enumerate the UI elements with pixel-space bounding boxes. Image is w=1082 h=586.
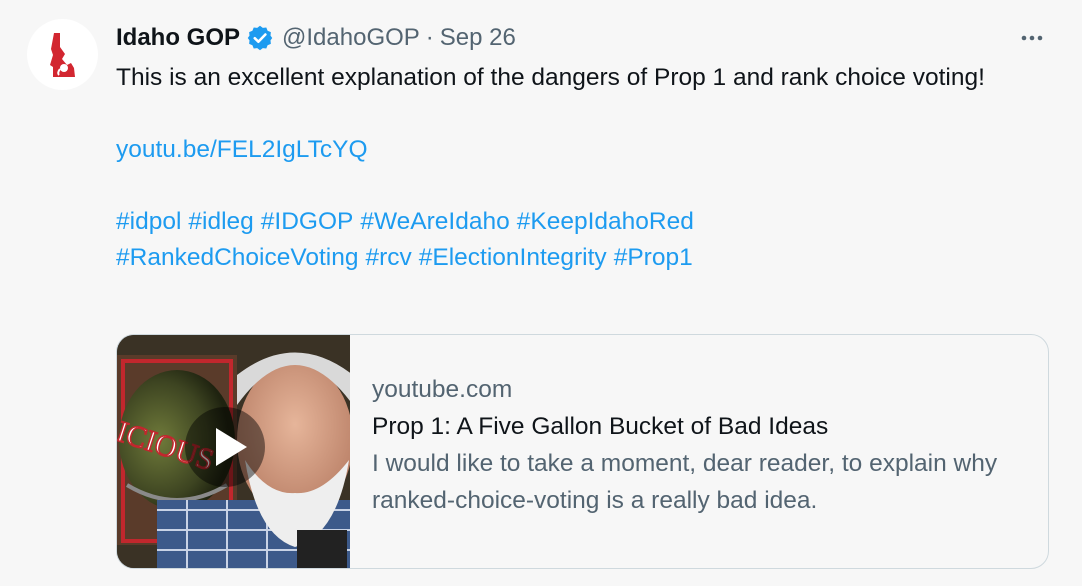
- hashtag[interactable]: #idpol: [116, 208, 181, 235]
- play-icon[interactable]: [117, 335, 350, 568]
- account-handle[interactable]: @IdahoGOP: [282, 24, 420, 52]
- hashtags-line-1: #idpol #idleg #IDGOP #WeAreIdaho #KeepIdahoR…: [116, 204, 1046, 240]
- hashtag[interactable]: #ElectionIntegrity: [419, 244, 607, 271]
- more-options-button[interactable]: [1016, 24, 1048, 52]
- hashtags-line-2: #RankedChoiceVoting #rcv #ElectionIntegrit…: [116, 240, 1046, 276]
- idaho-logo-icon: [50, 33, 75, 77]
- link-preview-card[interactable]: ICIOUS youtube.com Prop 1: A Five Gallon…: [116, 334, 1049, 569]
- card-title[interactable]: Prop 1: A Five Gallon Bucket of Bad Idea…: [372, 408, 1032, 445]
- card-domain: youtube.com: [372, 376, 513, 403]
- separator-dot: ·: [425, 24, 434, 51]
- tweet-text: This is an excellent explanation of the …: [116, 64, 985, 91]
- more-dots-icon: [1021, 35, 1043, 41]
- card-body: youtube.com Prop 1: A Five Gallon Bucket…: [372, 371, 1032, 519]
- avatar[interactable]: [27, 19, 98, 90]
- tweet-header: Idaho GOP @IdahoGOP · Sep 26: [116, 20, 516, 56]
- account-name[interactable]: Idaho GOP: [116, 24, 240, 52]
- hashtag[interactable]: #rcv: [365, 244, 411, 271]
- hashtag[interactable]: #IDGOP: [261, 208, 354, 235]
- tweet-date[interactable]: Sep 26: [440, 24, 516, 52]
- hashtag[interactable]: #idleg: [188, 208, 253, 235]
- tweet-link[interactable]: youtu.be/FEL2IgLTcYQ: [116, 136, 368, 163]
- hashtag[interactable]: #RankedChoiceVoting: [116, 244, 358, 271]
- hashtag[interactable]: #Prop1: [614, 244, 693, 271]
- hashtag[interactable]: #KeepIdahoRed: [517, 208, 694, 235]
- verified-badge-icon: [246, 24, 274, 52]
- video-thumbnail[interactable]: ICIOUS: [117, 335, 350, 568]
- hashtag[interactable]: #WeAreIdaho: [360, 208, 509, 235]
- card-description: I would like to take a moment, dear read…: [372, 450, 998, 514]
- tweet-body: This is an excellent explanation of the …: [116, 60, 1046, 276]
